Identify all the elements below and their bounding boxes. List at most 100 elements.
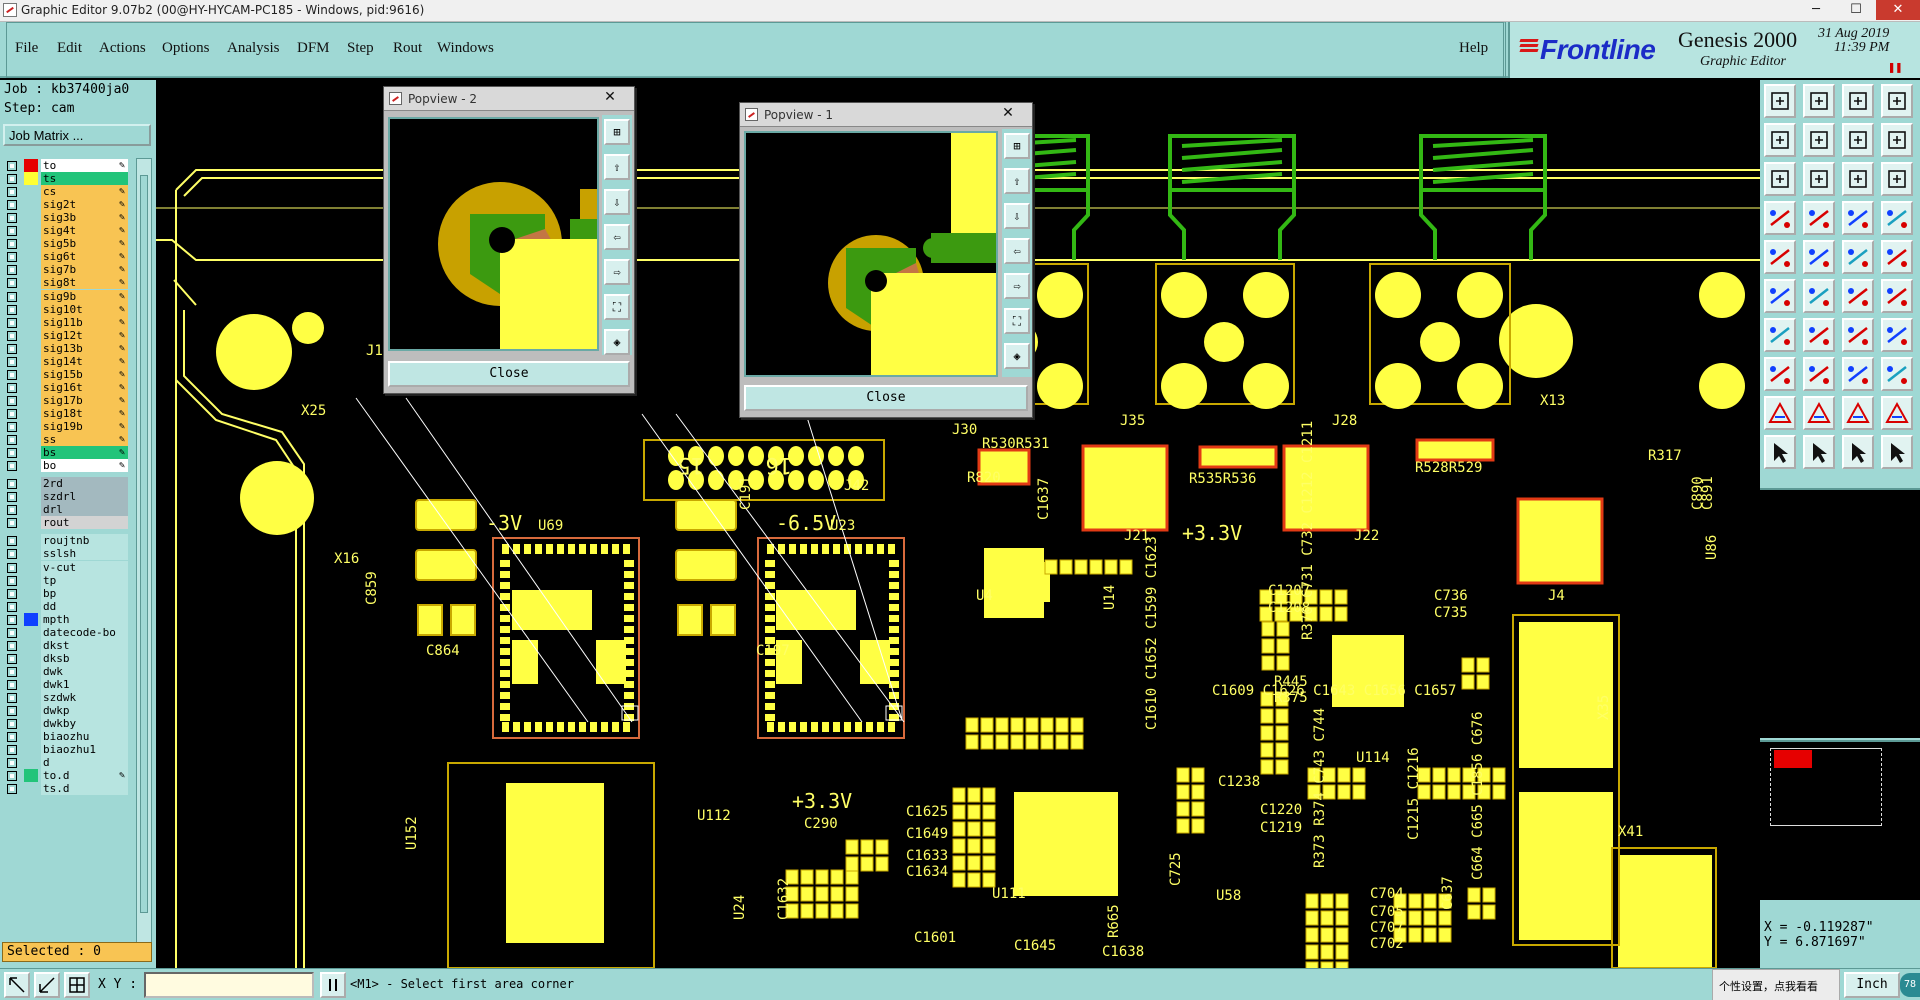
zoom-in-icon[interactable]: [1764, 123, 1796, 157]
layer-checkbox[interactable]: [7, 291, 17, 302]
layer-checkbox[interactable]: [7, 679, 17, 690]
layer-name[interactable]: datecode-bo: [41, 625, 128, 639]
layer-color-swatch[interactable]: [24, 394, 38, 407]
zoom-fit-icon[interactable]: ⊞: [1004, 133, 1030, 159]
layer-checkbox[interactable]: [7, 549, 17, 560]
layer-name[interactable]: sig7b ✎: [41, 263, 128, 277]
layer-checkbox[interactable]: [7, 382, 17, 393]
layer-color-swatch[interactable]: [24, 756, 38, 769]
layer-color-swatch[interactable]: [24, 250, 38, 263]
pointer-edit-icon[interactable]: [1881, 435, 1913, 469]
layer-name[interactable]: szdrl: [41, 490, 128, 504]
add-pad-icon[interactable]: [1764, 279, 1796, 313]
layer-name[interactable]: sig12t ✎: [41, 328, 128, 342]
cross-icon[interactable]: [1803, 279, 1835, 313]
xy-coordinate-input[interactable]: [144, 972, 314, 998]
layer-checkbox[interactable]: [7, 505, 17, 516]
home-view-icon[interactable]: [1842, 84, 1874, 118]
layer-name[interactable]: sig17b ✎: [41, 393, 128, 407]
layer-color-swatch[interactable]: [24, 185, 38, 198]
layer-checkbox[interactable]: [7, 492, 17, 503]
save-step-icon[interactable]: [1803, 84, 1835, 118]
layer-color-swatch[interactable]: [24, 407, 38, 420]
layer-name[interactable]: d: [41, 756, 128, 770]
menu-actions[interactable]: Actions: [99, 40, 146, 57]
layer-name[interactable]: sig5b ✎: [41, 237, 128, 251]
layer-name[interactable]: dwkby: [41, 717, 128, 731]
job-matrix-button[interactable]: Job Matrix ...: [3, 124, 151, 146]
layer-name[interactable]: biaozhu: [41, 730, 128, 744]
layer-color-swatch[interactable]: [24, 639, 38, 652]
center-icon[interactable]: [1803, 162, 1835, 196]
popview-2-close-x[interactable]: ✕: [592, 89, 628, 107]
pan-down-icon[interactable]: ⇩: [604, 189, 630, 215]
layer-color-swatch[interactable]: [24, 303, 38, 316]
layer-checkbox[interactable]: [7, 239, 17, 250]
scrollbar-thumb[interactable]: [140, 175, 148, 913]
layer-name[interactable]: dwk1: [41, 677, 128, 691]
layer-checkbox[interactable]: [7, 640, 17, 651]
layer-checkbox[interactable]: [7, 693, 17, 703]
layer-checkbox[interactable]: [7, 422, 17, 432]
layer-name[interactable]: to ✎: [41, 159, 128, 172]
layer-color-swatch[interactable]: [24, 211, 38, 224]
board-overview[interactable]: [1760, 740, 1920, 900]
layer-color-swatch[interactable]: [24, 612, 38, 626]
layer-color-swatch[interactable]: [24, 237, 38, 250]
layer-color-swatch[interactable]: [24, 534, 38, 547]
pan-up-icon[interactable]: ⇧: [1004, 168, 1030, 194]
layer-name[interactable]: sig13b ✎: [41, 341, 128, 355]
text-icon[interactable]: [1881, 318, 1913, 352]
popview-1-close-button[interactable]: Close: [744, 385, 1028, 411]
layer-color-swatch[interactable]: [24, 561, 38, 574]
layer-color-swatch[interactable]: [24, 743, 38, 756]
redraw-icon[interactable]: [1881, 84, 1913, 118]
layer-checkbox[interactable]: [7, 784, 17, 795]
layer-checkbox[interactable]: [7, 771, 17, 782]
layer-checkbox[interactable]: [7, 518, 17, 529]
snap-arrow-icon[interactable]: [4, 972, 30, 998]
select-net-icon[interactable]: [1803, 240, 1835, 274]
zoom-home-icon[interactable]: ⛶: [604, 294, 630, 320]
layer-checkbox[interactable]: [7, 213, 17, 224]
layer-name[interactable]: sig10t ✎: [41, 302, 128, 316]
layer-color-swatch[interactable]: [24, 587, 38, 600]
layer-name[interactable]: sig3b ✎: [41, 211, 128, 225]
layer-checkbox[interactable]: [7, 601, 17, 612]
layer-name[interactable]: sig14t ✎: [41, 354, 128, 368]
slope-line-icon[interactable]: [1764, 318, 1796, 352]
menu-step[interactable]: Step: [347, 40, 374, 57]
layer-name[interactable]: biaozhu1: [41, 743, 128, 757]
layer-name[interactable]: sig15b ✎: [41, 367, 128, 381]
layer-name[interactable]: sig16t ✎: [41, 380, 128, 394]
layer-list-scrollbar[interactable]: [136, 158, 152, 944]
layer-name[interactable]: ts: [41, 172, 128, 186]
layer-checkbox[interactable]: [7, 479, 17, 490]
layer-checkbox[interactable]: [7, 265, 17, 276]
layer-checkbox[interactable]: [7, 187, 17, 198]
pointer-select-icon[interactable]: [1803, 435, 1835, 469]
layer-checkbox[interactable]: [7, 252, 17, 263]
layer-checkbox[interactable]: [7, 161, 17, 171]
layer-color-swatch[interactable]: [24, 717, 38, 730]
layer-name[interactable]: sslsh: [41, 547, 128, 561]
minus-icon[interactable]: [1803, 357, 1835, 391]
layer-color-swatch[interactable]: [24, 198, 38, 211]
grid-icon[interactable]: [1803, 201, 1835, 235]
layer-name[interactable]: sig9b ✎: [41, 289, 128, 303]
layer-name[interactable]: tp: [41, 573, 128, 587]
snap-icon[interactable]: [1764, 201, 1796, 235]
layer-checkbox[interactable]: [7, 562, 17, 573]
measure-arrow-icon[interactable]: [34, 972, 60, 998]
move-icon[interactable]: [1764, 357, 1796, 391]
unit-selector[interactable]: Inch: [1844, 972, 1900, 998]
layer-color-swatch[interactable]: [24, 678, 38, 691]
layer-checkbox[interactable]: [7, 330, 17, 341]
add-line-icon[interactable]: [1842, 279, 1874, 313]
layer-checkbox[interactable]: [7, 653, 17, 664]
layer-color-swatch[interactable]: [24, 355, 38, 368]
select-feature-icon[interactable]: [1764, 240, 1796, 274]
layer-name[interactable]: dkst: [41, 638, 128, 652]
layer-name[interactable]: bp: [41, 586, 128, 600]
overview-viewport-marker[interactable]: [1774, 750, 1812, 768]
